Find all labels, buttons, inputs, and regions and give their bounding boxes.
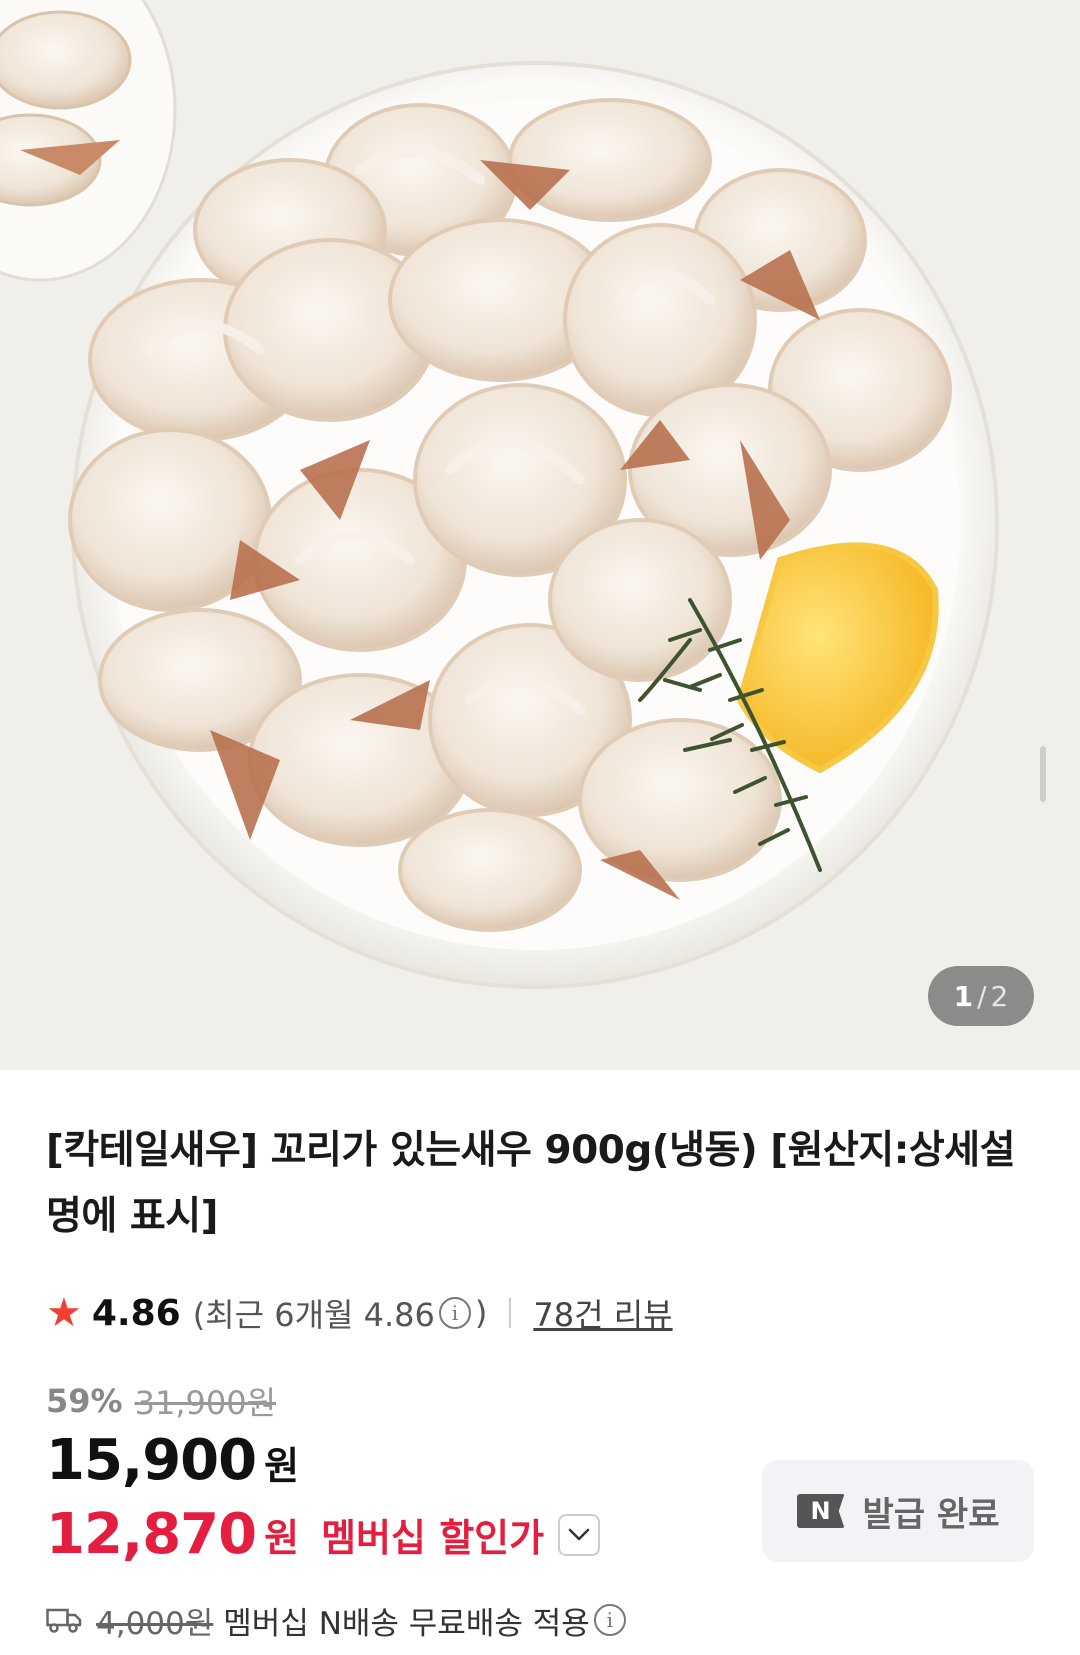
scrollbar-thumb[interactable] <box>1040 746 1046 802</box>
total-pages: 2 <box>990 979 1009 1013</box>
product-image-gallery[interactable]: 1 / 2 <box>0 0 1080 1070</box>
divider <box>509 1298 512 1328</box>
recent-rating-close: ) <box>474 1294 488 1332</box>
original-shipping-fee: 4,000원 <box>96 1605 214 1642</box>
product-title: [칵테일새우] 꼬리가 있는새우 900g(냉동) [원산지:상세설명에 표시] <box>46 1128 1015 1239</box>
rating-score: 4.86 <box>91 1292 181 1334</box>
coupon-issued-button[interactable]: N 발급 완료 <box>762 1460 1034 1562</box>
original-price: 31,900원 <box>134 1384 277 1422</box>
chevron-down-icon <box>568 1528 590 1540</box>
recent-rating-text: (최근 6개월 4.86 <box>192 1296 435 1334</box>
shipping-info-icon[interactable]: i <box>593 1604 626 1636</box>
member-price: 12,870 <box>46 1502 257 1567</box>
member-price-label: 멤버십 할인가 <box>321 1516 545 1560</box>
member-price-currency: 원 <box>264 1516 300 1560</box>
shipping-row: 4,000원 멤버십 N배송 무료배송 적용 i <box>46 1596 630 1644</box>
original-price-row: 59% 31,900원 <box>46 1378 276 1424</box>
sale-price: 15,900 <box>46 1428 257 1493</box>
member-price-expand-button[interactable] <box>558 1513 601 1556</box>
image-page-indicator: 1 / 2 <box>928 966 1034 1026</box>
shipping-benefit-text: 멤버십 N배송 무료배송 적용 <box>223 1605 590 1642</box>
page-separator: / <box>977 979 987 1013</box>
naver-n-icon: N <box>796 1494 845 1528</box>
review-count-link[interactable]: 78건 리뷰 <box>533 1290 672 1336</box>
coupon-status-label: 발급 완료 <box>862 1494 1000 1535</box>
discount-percent: 59% <box>46 1382 123 1420</box>
rating-row: ★ 4.86 (최근 6개월 4.86 i ) 78건 리뷰 <box>46 1288 673 1338</box>
star-icon: ★ <box>46 1290 82 1336</box>
sale-price-currency: 원 <box>264 1444 300 1488</box>
info-icon[interactable]: i <box>438 1297 471 1329</box>
sale-price-row: 15,900 원 <box>46 1428 299 1493</box>
member-price-row: 12,870 원 멤버십 할인가 <box>46 1502 601 1567</box>
truck-icon <box>46 1608 82 1633</box>
product-image <box>0 0 1080 1070</box>
current-page: 1 <box>953 979 974 1013</box>
